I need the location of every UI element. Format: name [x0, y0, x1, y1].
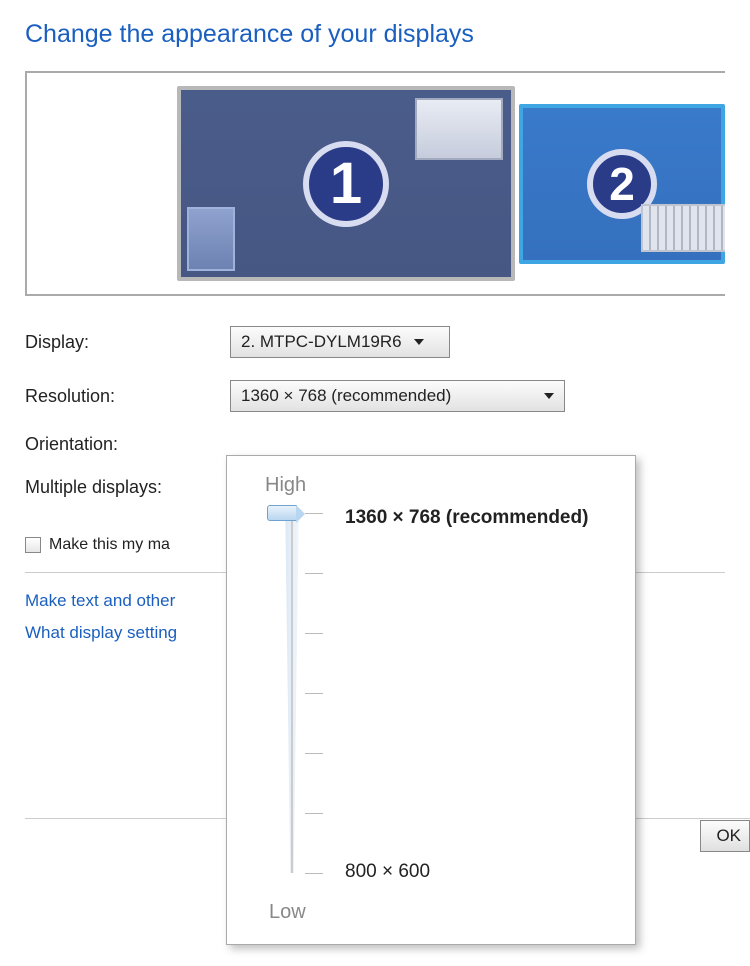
resolution-dropdown[interactable]: 1360 × 768 (recommended) [230, 380, 565, 412]
chevron-down-icon [544, 393, 554, 399]
window-icon [415, 98, 503, 160]
slider-low-label: Low [269, 901, 306, 924]
ok-button[interactable]: OK [700, 820, 750, 852]
taskbar-icon [187, 207, 235, 271]
resolution-slider-popup: High 1360 × 768 (recommended) 800 × 600 … [226, 455, 636, 945]
page-title: Change the appearance of your displays [25, 20, 725, 49]
chevron-down-icon [414, 339, 424, 345]
make-main-label: Make this my ma [49, 536, 170, 554]
monitor-1-number: 1 [303, 141, 389, 227]
resolution-dropdown-value: 1360 × 768 (recommended) [241, 386, 451, 406]
slider-top-value: 1360 × 768 (recommended) [345, 507, 588, 529]
resolution-label: Resolution: [25, 386, 230, 407]
slider-track [291, 513, 293, 873]
make-main-checkbox[interactable] [25, 537, 41, 553]
slider-bottom-value: 800 × 600 [345, 861, 430, 883]
keyboard-icon [641, 204, 725, 252]
orientation-label: Orientation: [25, 434, 230, 455]
monitor-preview-area: 1 2 [25, 71, 725, 296]
display-dropdown-value: 2. MTPC-DYLM19R6 [241, 332, 402, 352]
monitor-2[interactable]: 2 [519, 104, 725, 264]
slider-ticks [305, 513, 325, 873]
monitor-1[interactable]: 1 [177, 86, 515, 281]
multiple-displays-label: Multiple displays: [25, 477, 230, 498]
display-label: Display: [25, 332, 230, 353]
slider-high-label: High [265, 474, 617, 497]
slider-thumb[interactable] [267, 505, 297, 521]
display-dropdown[interactable]: 2. MTPC-DYLM19R6 [230, 326, 450, 358]
